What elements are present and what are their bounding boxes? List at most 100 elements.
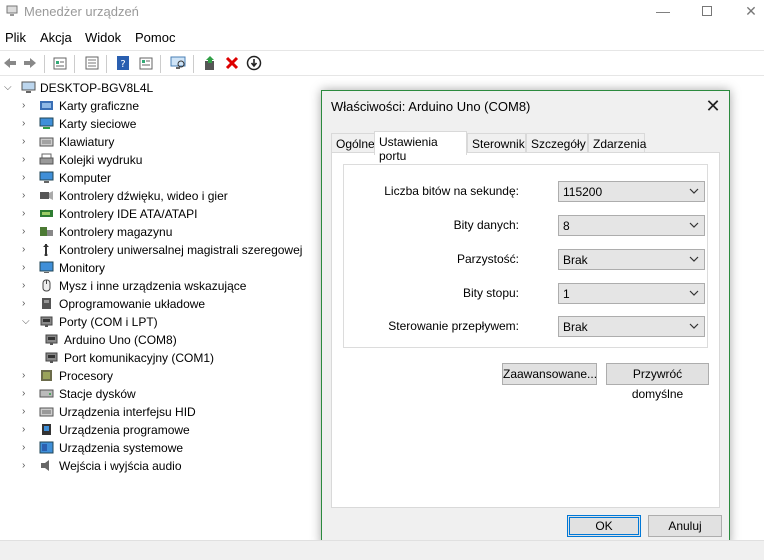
menu-file[interactable]: Plik bbox=[5, 30, 26, 45]
chevron-right-icon[interactable]: › bbox=[22, 370, 32, 382]
device-manager-icon bbox=[6, 5, 18, 16]
update-driver-icon[interactable] bbox=[202, 55, 218, 71]
help-icon[interactable]: ? bbox=[115, 55, 131, 71]
tree-item-label: Komputer bbox=[59, 171, 112, 185]
tree-item-label: Port komunikacyjny (COM1) bbox=[64, 351, 215, 365]
minimize-button[interactable]: — bbox=[640, 0, 686, 24]
ide-icon bbox=[40, 210, 53, 217]
chevron-right-icon[interactable]: › bbox=[22, 190, 32, 202]
uninstall-icon[interactable] bbox=[224, 55, 240, 71]
chevron-right-icon[interactable]: › bbox=[22, 442, 32, 454]
port-icon bbox=[40, 316, 53, 327]
display-adapter-icon bbox=[40, 101, 53, 110]
chevron-right-icon[interactable]: › bbox=[22, 208, 32, 220]
menu-action[interactable]: Akcja bbox=[40, 30, 72, 45]
back-icon[interactable] bbox=[2, 55, 18, 71]
tree-root-label: DESKTOP-BGV8L4L bbox=[40, 81, 154, 95]
chevron-down-icon bbox=[689, 290, 699, 296]
advanced-button[interactable]: Zaawansowane... bbox=[502, 363, 597, 385]
flow-control-select[interactable]: Brak bbox=[558, 316, 705, 337]
chevron-right-icon[interactable]: › bbox=[22, 424, 32, 436]
monitor-icon bbox=[39, 261, 54, 273]
details-icon[interactable] bbox=[84, 55, 100, 71]
tab-driver[interactable]: Sterownik bbox=[467, 133, 526, 153]
menu-view[interactable]: Widok bbox=[85, 30, 121, 45]
tab-port-settings[interactable]: Ustawienia portu bbox=[374, 131, 467, 163]
parity-value: Brak bbox=[563, 253, 588, 267]
stop-bits-value: 1 bbox=[563, 287, 570, 301]
system-device-icon bbox=[39, 441, 54, 454]
scan-icon[interactable] bbox=[170, 55, 186, 71]
tree-item-label: Oprogramowanie układowe bbox=[59, 297, 206, 311]
stop-bits-select[interactable]: 1 bbox=[558, 283, 705, 304]
tab-general[interactable]: Ogólne bbox=[331, 133, 375, 153]
software-device-icon bbox=[42, 424, 51, 435]
chevron-right-icon[interactable]: › bbox=[22, 172, 32, 184]
chevron-down-icon[interactable]: ⌵ bbox=[4, 82, 14, 94]
chevron-right-icon[interactable]: › bbox=[22, 262, 32, 274]
tree-item-label: Kontrolery uniwersalnej magistrali szere… bbox=[59, 243, 303, 257]
tree-item-label: Kontrolery dźwięku, wideo i gier bbox=[59, 189, 228, 203]
network-adapter-icon bbox=[39, 117, 54, 129]
chevron-right-icon[interactable]: › bbox=[22, 460, 32, 472]
flow-control-value: Brak bbox=[563, 320, 588, 334]
chevron-right-icon[interactable]: › bbox=[22, 154, 32, 166]
chevron-right-icon[interactable]: › bbox=[22, 406, 32, 418]
cancel-button[interactable]: Anuluj bbox=[648, 515, 722, 537]
chevron-down-icon bbox=[689, 323, 699, 329]
chevron-right-icon[interactable]: › bbox=[22, 280, 32, 292]
chevron-down-icon[interactable]: ⌵ bbox=[22, 316, 32, 328]
chevron-right-icon[interactable]: › bbox=[22, 298, 32, 310]
data-bits-select[interactable]: 8 bbox=[558, 215, 705, 236]
chevron-right-icon[interactable]: › bbox=[22, 118, 32, 130]
tree-item-label: Arduino Uno (COM8) bbox=[64, 333, 177, 347]
sound-icon bbox=[40, 191, 53, 200]
tab-panel: Liczba bitów na sekundę: 115200 Bity dan… bbox=[331, 152, 720, 508]
tree-item-label: Karty sieciowe bbox=[59, 117, 137, 131]
chevron-right-icon[interactable]: › bbox=[22, 226, 32, 238]
tree-item-label: Wejścia i wyjścia audio bbox=[59, 459, 182, 473]
flow-control-label: Sterowanie przepływem: bbox=[388, 319, 519, 333]
port-settings-group: Liczba bitów na sekundę: 115200 Bity dan… bbox=[343, 164, 708, 348]
parity-select[interactable]: Brak bbox=[558, 249, 705, 270]
disable-icon[interactable] bbox=[246, 55, 262, 71]
hid-icon bbox=[39, 407, 54, 417]
chevron-down-icon bbox=[689, 222, 699, 228]
baud-rate-label: Liczba bitów na sekundę: bbox=[384, 184, 519, 198]
chevron-right-icon[interactable]: › bbox=[22, 244, 32, 256]
svg-text:?: ? bbox=[120, 59, 125, 70]
tree-item-label: Kontrolery magazynu bbox=[59, 225, 173, 239]
tab-events[interactable]: Zdarzenia bbox=[588, 133, 646, 153]
chevron-right-icon[interactable]: › bbox=[22, 100, 32, 112]
mouse-icon bbox=[42, 279, 51, 292]
restore-defaults-button[interactable]: Przywróć domyślne bbox=[606, 363, 709, 401]
chevron-down-icon bbox=[689, 256, 699, 262]
tree-item-label: Kolejki wydruku bbox=[59, 153, 143, 167]
chevron-down-icon bbox=[689, 188, 699, 194]
forward-icon[interactable] bbox=[22, 55, 38, 71]
properties-dialog: Właściwości: Arduino Uno (COM8) ✕ Ogólne… bbox=[321, 90, 730, 546]
disk-icon bbox=[39, 389, 54, 398]
tree-item-label: Urządzenia programowe bbox=[59, 423, 190, 437]
menu-help[interactable]: Pomoc bbox=[135, 30, 175, 45]
keyboard-icon bbox=[39, 137, 54, 147]
close-button[interactable]: ✕ bbox=[728, 0, 764, 24]
tab-details[interactable]: Szczegóły bbox=[526, 133, 588, 153]
port-device-icon bbox=[45, 334, 58, 345]
dialog-close-icon[interactable]: ✕ bbox=[703, 96, 723, 117]
chevron-right-icon[interactable]: › bbox=[22, 136, 32, 148]
chevron-right-icon[interactable]: › bbox=[22, 388, 32, 400]
computer-icon bbox=[39, 171, 54, 183]
storage-icon bbox=[40, 227, 53, 236]
ok-button[interactable]: OK bbox=[567, 515, 641, 537]
tree-item-label: Klawiatury bbox=[59, 135, 115, 149]
properties-icon[interactable] bbox=[52, 55, 68, 71]
computer-icon bbox=[21, 81, 36, 93]
maximize-button[interactable] bbox=[684, 0, 730, 24]
audio-io-icon bbox=[41, 460, 49, 471]
tree-item-label: Monitory bbox=[59, 261, 106, 275]
stop-bits-label: Bity stopu: bbox=[462, 286, 519, 300]
tree-item-label: Kontrolery IDE ATA/ATAPI bbox=[59, 207, 198, 221]
baud-rate-select[interactable]: 115200 bbox=[558, 181, 705, 202]
view-icon[interactable] bbox=[138, 55, 154, 71]
